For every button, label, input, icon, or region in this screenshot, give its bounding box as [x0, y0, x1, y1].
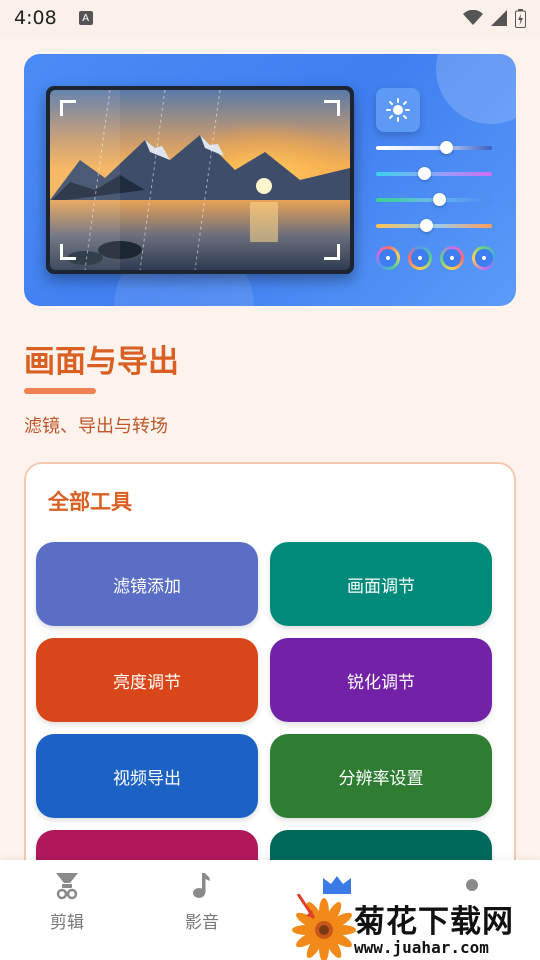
signal-icon — [491, 10, 507, 26]
nav-label-edit: 剪辑 — [50, 913, 84, 933]
status-time: 4:08 — [14, 7, 57, 29]
notification-icon: A — [78, 11, 93, 25]
dial-icon — [376, 246, 400, 270]
music-note-icon — [193, 873, 210, 898]
crop-corner — [60, 100, 76, 116]
site-watermark: 菊花下载网 www.juahar.com — [292, 894, 540, 960]
watermark-title: 菊花下载网 — [354, 904, 514, 940]
tools-card: 全部工具 滤镜添加 画面调节 亮度调节 锐化调节 视频导出 分辨率设置 — [24, 462, 516, 914]
status-bar: 4:08 A — [0, 0, 540, 36]
landscape-photo — [50, 90, 350, 270]
flower-logo-icon — [292, 894, 356, 960]
photo-preview-frame — [46, 86, 354, 274]
wifi-icon — [463, 10, 483, 25]
video-export-button[interactable]: 视频导出 — [36, 734, 258, 818]
nav-label-media: 影音 — [185, 913, 219, 933]
decor-circle — [436, 54, 516, 124]
watermark-url: www.juahar.com — [354, 938, 489, 957]
adjust-slider — [376, 219, 492, 232]
dial-icon — [472, 246, 496, 270]
tools-title: 全部工具 — [48, 490, 132, 514]
title-underline — [24, 388, 96, 394]
status-icons — [463, 8, 526, 28]
page-subtitle: 滤镜、导出与转场 — [24, 416, 168, 437]
resolution-settings-button[interactable]: 分辨率设置 — [270, 734, 492, 818]
brightness-icon — [376, 88, 420, 132]
adjust-slider — [376, 167, 492, 180]
nav-item-media[interactable]: 影音 — [152, 870, 252, 933]
battery-icon — [515, 8, 526, 28]
brightness-adjust-button[interactable]: 亮度调节 — [36, 638, 258, 722]
sharpen-adjust-button[interactable]: 锐化调节 — [270, 638, 492, 722]
crop-corner — [324, 100, 340, 116]
adjust-slider — [376, 141, 492, 154]
picture-adjust-button[interactable]: 画面调节 — [270, 542, 492, 626]
crop-corner — [324, 244, 340, 260]
scissors-icon — [56, 873, 78, 900]
dial-icon — [408, 246, 432, 270]
adjust-slider — [376, 193, 492, 206]
crop-corner — [60, 244, 76, 260]
filter-add-button[interactable]: 滤镜添加 — [36, 542, 258, 626]
nav-item-edit[interactable]: 剪辑 — [17, 870, 117, 933]
hero-banner — [24, 54, 516, 306]
page-title: 画面与导出 — [24, 344, 179, 380]
dial-group — [376, 246, 496, 270]
dial-icon — [440, 246, 464, 270]
